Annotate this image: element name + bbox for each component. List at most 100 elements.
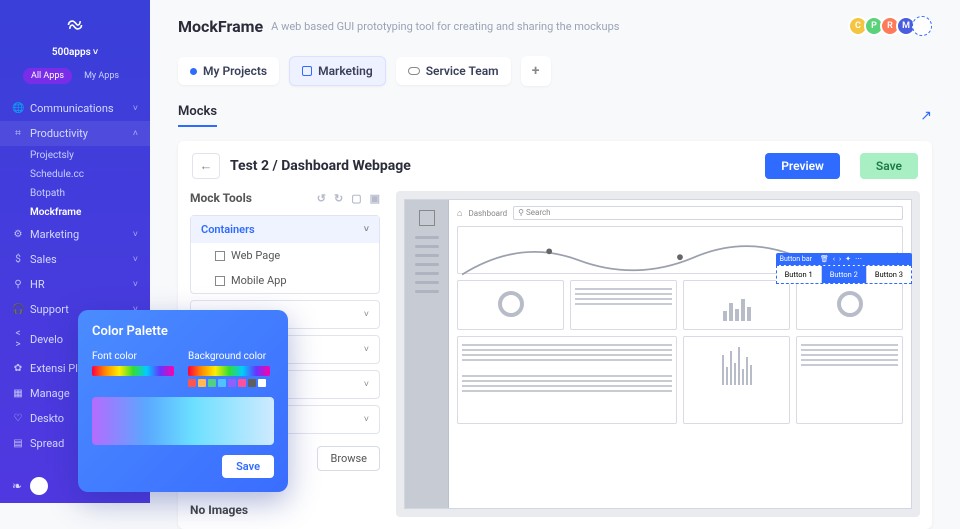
tab-my-projects[interactable]: My Projects: [178, 57, 279, 85]
leaf-icon[interactable]: ❧: [12, 479, 22, 493]
nav-category[interactable]: ⌗Productivity˄: [0, 121, 150, 146]
bg-color-label: Background color: [188, 351, 270, 362]
mock-card-donut: [796, 280, 903, 330]
external-link-icon[interactable]: ↗: [920, 108, 932, 124]
palette-title: Color Palette: [92, 324, 274, 339]
box-icon: [215, 276, 225, 286]
mock-card-vlines: [683, 336, 790, 424]
infinity-icon: [62, 12, 88, 38]
tool-mobile-app[interactable]: Mobile App: [191, 268, 379, 293]
category-containers[interactable]: Containers˅: [191, 216, 379, 243]
box-icon: [215, 251, 225, 261]
chevron-down-icon: ˅: [364, 379, 369, 390]
image-icon[interactable]: ▣: [370, 192, 380, 205]
pill-all-apps[interactable]: All Apps: [23, 68, 72, 84]
tab-service-team[interactable]: Service Team: [396, 57, 511, 85]
redo-icon[interactable]: ↻: [334, 192, 343, 205]
buttonbar-widget[interactable]: Button bar 🗑 ‹ › ✦ ⋯ Button 1 Button 2 B…: [776, 253, 912, 284]
more-icon[interactable]: ⋯: [855, 255, 862, 263]
nav-icon: ✿: [12, 363, 24, 374]
avatar[interactable]: [912, 16, 932, 36]
crop-icon[interactable]: ▢: [351, 192, 361, 205]
chevron-down-icon: ˅: [364, 344, 369, 355]
save-button[interactable]: Save: [860, 153, 918, 179]
color-swatch[interactable]: [248, 379, 256, 387]
nav-icon: ▦: [12, 388, 24, 399]
mock-card-text: [570, 280, 677, 330]
chevron-right-icon[interactable]: ›: [839, 255, 841, 263]
mock-search-input[interactable]: ⚲ Search: [513, 206, 903, 220]
bg-color-rainbow[interactable]: [188, 366, 270, 376]
color-swatch[interactable]: [198, 379, 206, 387]
back-button[interactable]: ←: [192, 153, 220, 179]
breadcrumb: Test 2 / Dashboard Webpage: [230, 158, 411, 174]
chevron-down-icon: ˅: [364, 414, 369, 425]
section-title: Mocks: [178, 104, 217, 127]
pill-my-apps[interactable]: My Apps: [76, 68, 127, 84]
mock-button-1[interactable]: Button 1: [777, 266, 822, 283]
widget-toolbar: Button bar 🗑 ‹ › ✦ ⋯: [776, 253, 912, 265]
gradient-picker[interactable]: [92, 397, 274, 445]
nav-category[interactable]: $Sales˅: [0, 247, 150, 272]
color-palette-popover[interactable]: Color Palette Font color Background colo…: [78, 310, 288, 492]
nav-subitem[interactable]: Schedule.cc: [0, 165, 150, 184]
nav-icon: 🌐: [12, 103, 24, 114]
browse-button[interactable]: Browse: [317, 446, 380, 471]
chevron-icon: ˅: [133, 229, 138, 240]
brand-logo: [0, 12, 150, 41]
mock-button-3[interactable]: Button 3: [867, 266, 911, 283]
palette-save-button[interactable]: Save: [222, 455, 274, 478]
mockup-window: ⌂ Dashboard ⚲ Search: [404, 199, 912, 509]
mock-logo-icon: [419, 210, 435, 226]
brand-dropdown[interactable]: 500apps˅: [0, 47, 150, 58]
tab-add[interactable]: +: [521, 56, 551, 86]
mock-card-text-tall: [796, 336, 903, 424]
nav-subitem[interactable]: Mockframe: [0, 203, 150, 222]
bg-color-swatches: [188, 379, 270, 387]
color-swatch[interactable]: [228, 379, 236, 387]
preview-button[interactable]: Preview: [765, 153, 840, 179]
app-subtitle: A web based GUI prototyping tool for cre…: [271, 20, 619, 33]
undo-icon[interactable]: ↺: [317, 192, 326, 205]
tool-webpage[interactable]: Web Page: [191, 243, 379, 268]
delete-icon[interactable]: 🗑: [820, 255, 829, 263]
font-color-rainbow[interactable]: [92, 366, 174, 376]
square-icon: [302, 66, 312, 76]
nav-category[interactable]: ⚲HR˅: [0, 272, 150, 297]
tools-title: Mock Tools: [190, 191, 252, 205]
mock-sidebar: [405, 200, 449, 508]
mock-button-2[interactable]: Button 2: [822, 266, 867, 283]
app-scope-pills: All Apps My Apps: [0, 68, 150, 84]
nav-category[interactable]: 🌐Communications˅: [0, 96, 150, 121]
font-color-label: Font color: [92, 351, 174, 362]
chevron-left-icon[interactable]: ‹: [833, 255, 835, 263]
nav-icon: ♡: [12, 413, 24, 424]
nav-subitem[interactable]: Projectsly: [0, 146, 150, 165]
color-swatch[interactable]: [238, 379, 246, 387]
nav-icon: ⌗: [12, 128, 24, 139]
mock-breadcrumb: Dashboard: [468, 209, 507, 218]
star-icon[interactable]: ✦: [845, 255, 851, 263]
chevron-down-icon: ˅: [364, 224, 369, 235]
dot-icon: [190, 68, 197, 75]
nav-category[interactable]: ⚙Marketing˅: [0, 222, 150, 247]
header: MockFrame A web based GUI prototyping to…: [178, 16, 932, 36]
color-swatch[interactable]: [218, 379, 226, 387]
link-icon: [408, 67, 420, 75]
mockup-canvas[interactable]: ⌂ Dashboard ⚲ Search: [396, 191, 920, 517]
chevron-icon: ˅: [133, 103, 138, 114]
nav-icon: ⚲: [12, 279, 24, 290]
chevron-icon: ˅: [133, 279, 138, 290]
nav-icon: ⚙: [12, 229, 24, 240]
chevron-down-icon: ˅: [93, 48, 98, 58]
nav-subitem[interactable]: Botpath: [0, 184, 150, 203]
color-swatch[interactable]: [208, 379, 216, 387]
color-swatch[interactable]: [258, 379, 266, 387]
tab-marketing[interactable]: Marketing: [289, 56, 386, 86]
user-avatar[interactable]: [30, 477, 48, 495]
mock-card-text-wide: [457, 336, 677, 424]
mock-card-donut: [457, 280, 564, 330]
color-swatch[interactable]: [188, 379, 196, 387]
project-tabs: My Projects Marketing Service Team +: [178, 56, 932, 86]
chevron-icon: ˄: [133, 128, 138, 139]
